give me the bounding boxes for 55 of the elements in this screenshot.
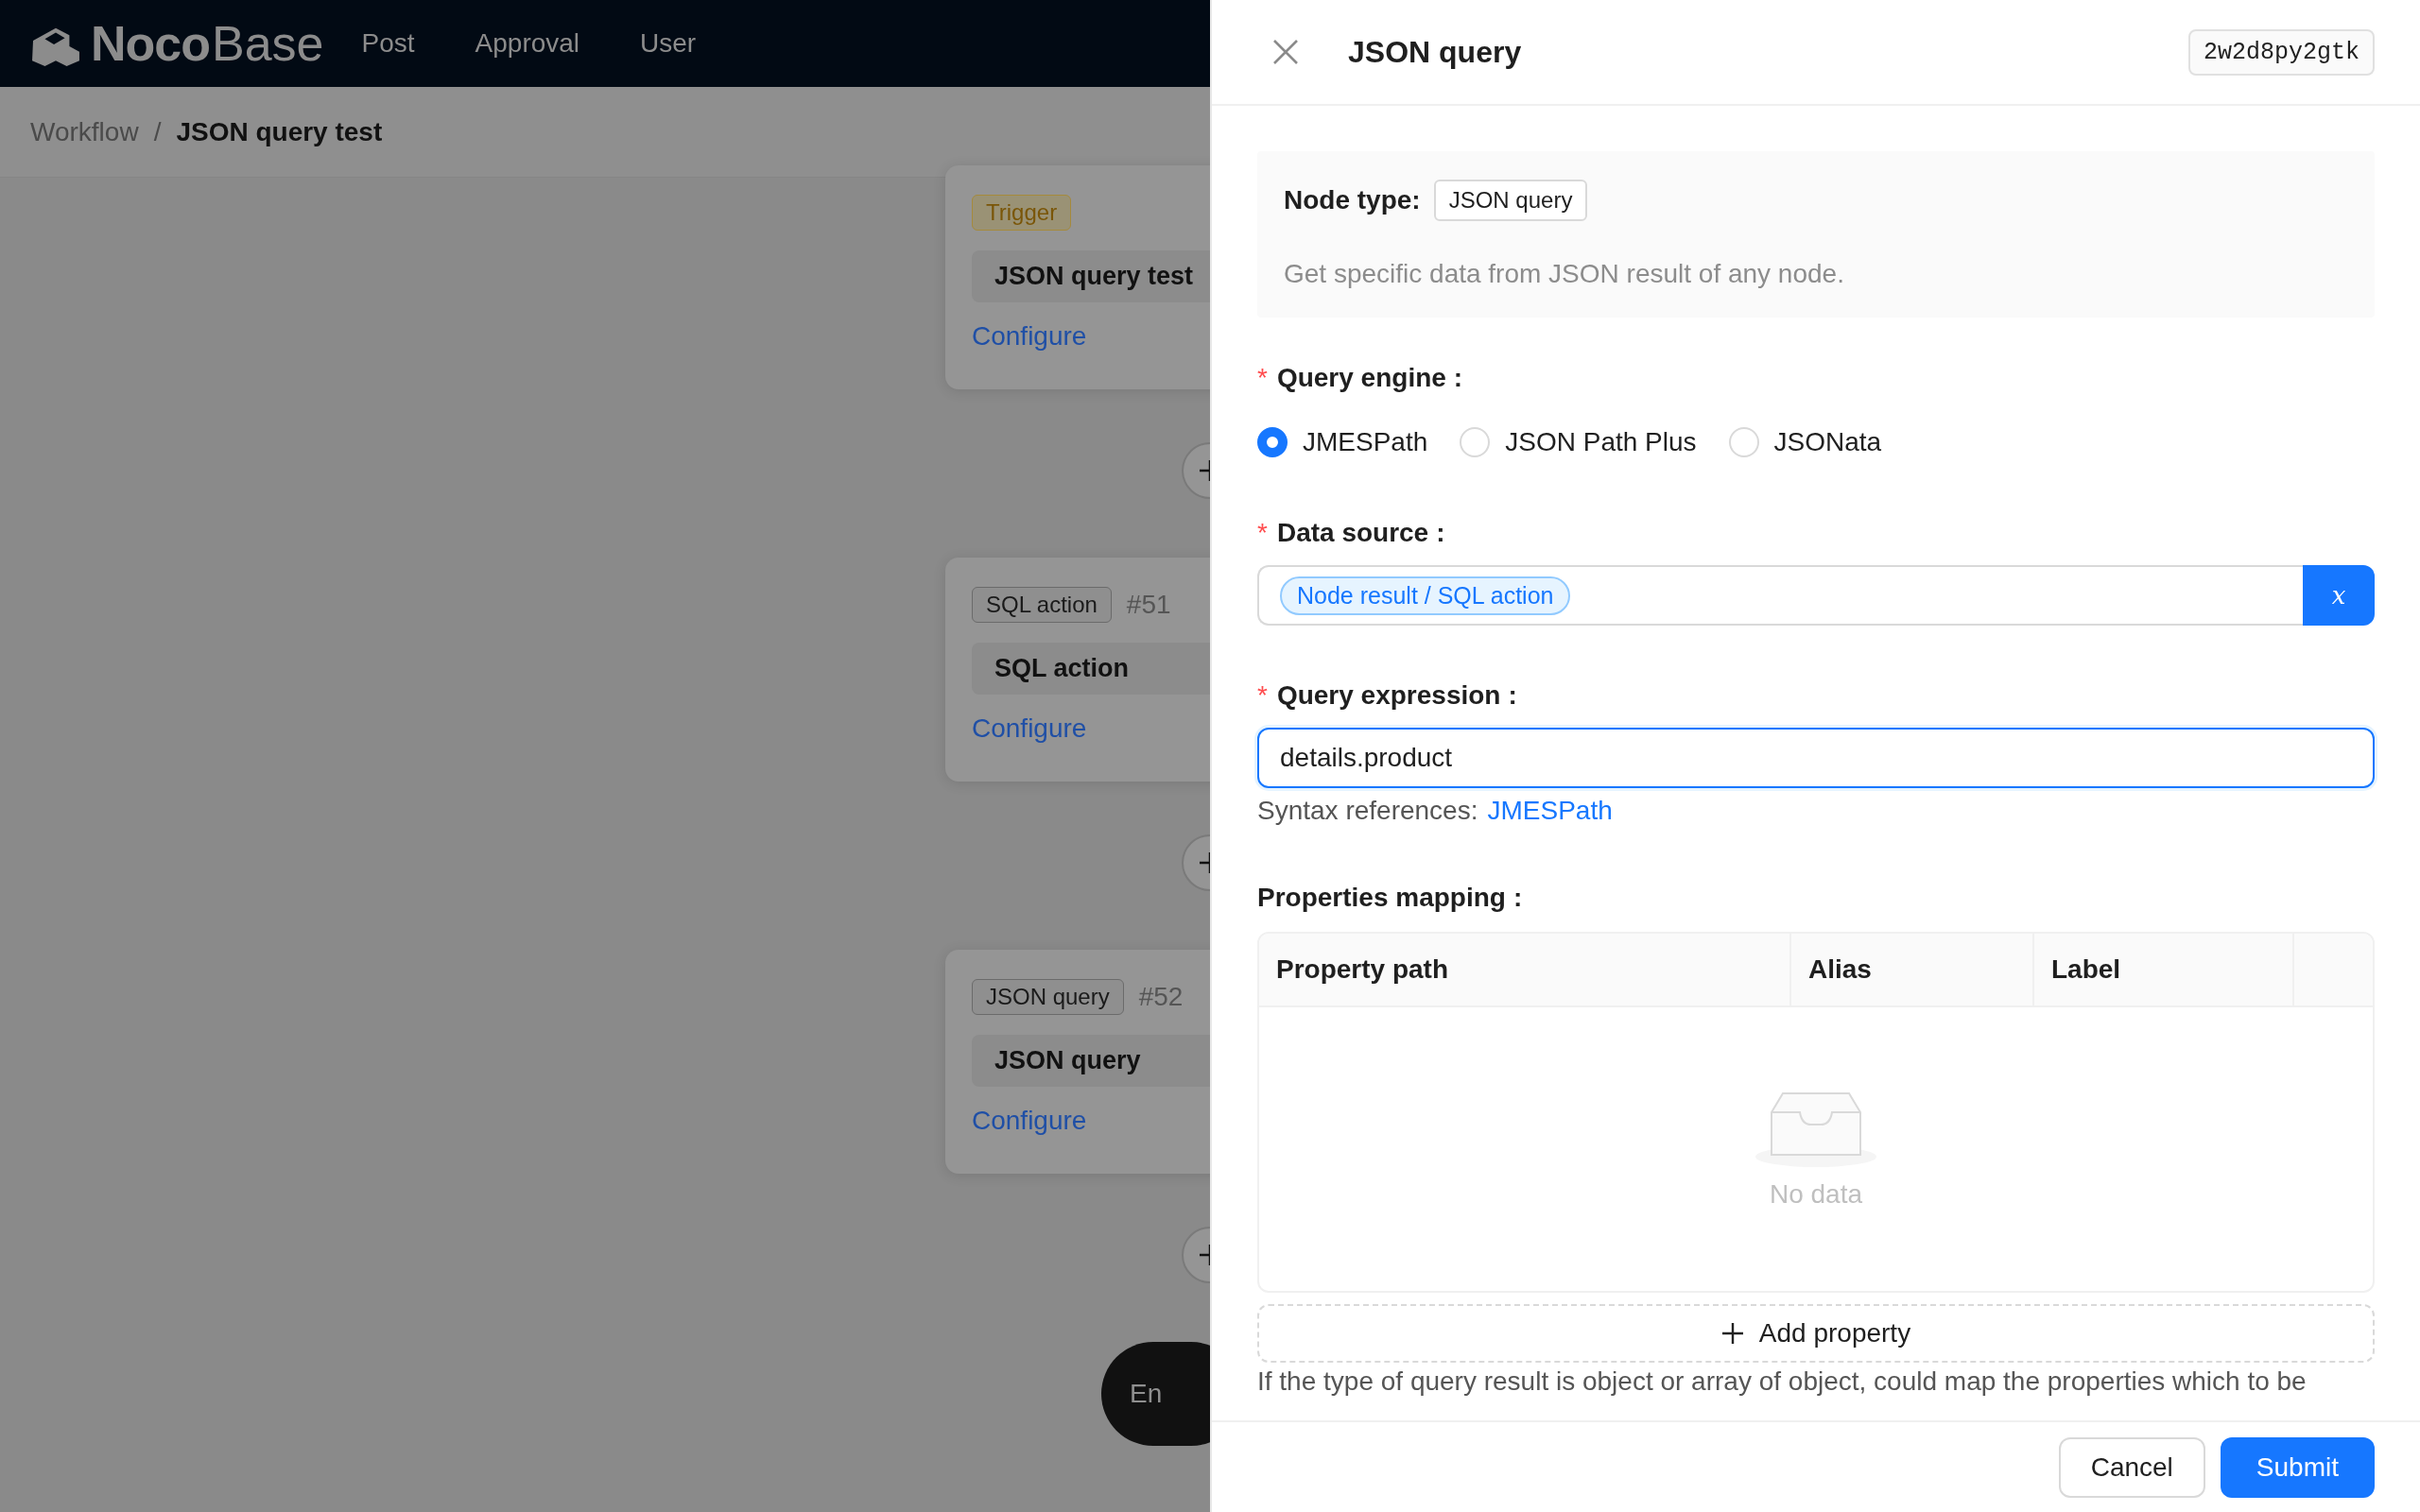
drawer-title: JSON query (1348, 34, 1523, 70)
brand-name-suffix: Base (212, 15, 324, 72)
node-type-tag: JSON query (972, 979, 1124, 1015)
label-colon: : (1512, 883, 1523, 913)
close-icon[interactable] (1272, 39, 1299, 65)
node-type-tag: JSON query (1433, 180, 1588, 221)
query-expression-field[interactable]: details.product (1257, 728, 2375, 788)
required-mark: * (1257, 680, 1268, 711)
label-colon: : (1436, 518, 1445, 548)
radio-option[interactable]: JMESPath (1257, 427, 1428, 457)
node-card[interactable]: SQL action #51 SQL action Configure (945, 558, 1210, 782)
field-label: Properties mapping (1257, 883, 1506, 913)
required-mark: * (1257, 363, 1268, 393)
radio-option[interactable]: JSONata (1728, 427, 1882, 457)
column-header: Alias (1791, 934, 2034, 1005)
field-label: Query engine (1276, 363, 1446, 393)
variable-tag: Node result / SQL action (1280, 576, 1571, 615)
node-title[interactable]: JSON query (972, 1035, 1210, 1087)
node-description: Get specific data from JSON result of any node. (1284, 259, 1845, 289)
node-type-label: Node type: (1284, 185, 1421, 215)
radio-button[interactable] (1257, 427, 1288, 457)
submit-button[interactable]: Submit (2220, 1436, 2375, 1498)
cancel-button[interactable]: Cancel (2058, 1436, 2205, 1498)
column-header: Property path (1259, 934, 1791, 1005)
breadcrumb-item: JSON query test (176, 116, 383, 147)
menu-item[interactable]: Post (361, 28, 415, 59)
add-property-button[interactable]: Add property (1257, 1304, 2375, 1363)
data-source-field[interactable]: Node result / SQL action (1257, 565, 2303, 626)
syntax-link[interactable]: JMESPath (1487, 796, 1613, 826)
field-label: Data source (1276, 518, 1429, 548)
node-id: #52 (1138, 982, 1184, 1012)
plus-icon (1720, 1322, 1744, 1345)
empty-text: No data (1769, 1179, 1863, 1210)
end-node-button[interactable]: En (1101, 1342, 1210, 1446)
help-text: If the type of query result is object or array of object, could map the properties which to be (1257, 1366, 2308, 1397)
menu-item[interactable]: User (640, 28, 697, 59)
column-header: Label (2034, 934, 2294, 1005)
variable-button[interactable]: x (2303, 565, 2375, 626)
node-type-tag: SQL action (972, 587, 1112, 623)
node-title[interactable]: SQL action (972, 643, 1210, 695)
label-colon: : (1508, 680, 1517, 711)
required-mark: * (1257, 518, 1268, 548)
node-type-tag: Trigger (972, 195, 1072, 231)
label-colon: : (1453, 363, 1463, 393)
breadcrumb-separator: / (153, 116, 162, 147)
node-card[interactable]: JSON query #52 JSON query Configure (945, 950, 1210, 1174)
brand-name: Noco (91, 15, 210, 72)
radio-option[interactable]: JSON Path Plus (1460, 427, 1697, 457)
help-text: Syntax references: (1257, 796, 1478, 826)
node-card[interactable]: Trigger JSON query test Configure (945, 165, 1210, 389)
menu-item[interactable]: Approval (475, 28, 580, 59)
node-id: #51 (1126, 590, 1171, 620)
node-key-tag: 2w2d8py2gtk (2187, 28, 2375, 76)
node-title[interactable]: JSON query test (972, 250, 1210, 302)
field-label: Query expression (1276, 680, 1501, 711)
